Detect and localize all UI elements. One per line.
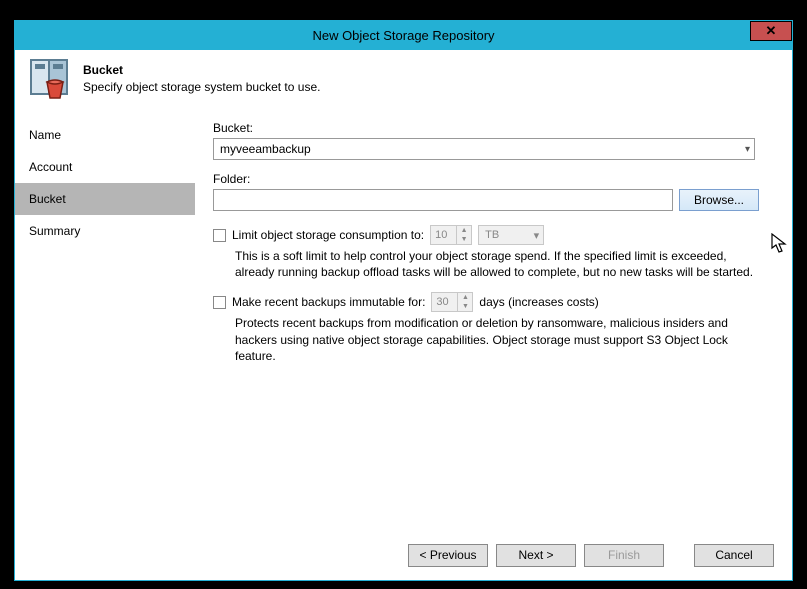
finish-button: Finish bbox=[584, 544, 664, 567]
sidebar-step-account[interactable]: Account bbox=[15, 151, 195, 183]
wizard-footer: < Previous Next > Finish Cancel bbox=[15, 530, 792, 580]
immutable-help-text: Protects recent backups from modificatio… bbox=[235, 315, 755, 364]
browse-button[interactable]: Browse... bbox=[679, 189, 759, 211]
folder-input[interactable] bbox=[213, 189, 673, 211]
titlebar[interactable]: New Object Storage Repository ✕ bbox=[15, 21, 792, 50]
chevron-down-icon: ▾ bbox=[534, 229, 540, 242]
limit-unit-dropdown[interactable]: TB ▾ bbox=[478, 225, 544, 245]
next-button[interactable]: Next > bbox=[496, 544, 576, 567]
close-button[interactable]: ✕ bbox=[750, 21, 792, 41]
limit-help-text: This is a soft limit to help control you… bbox=[235, 248, 755, 280]
header-title: Bucket bbox=[83, 62, 320, 79]
header-description: Specify object storage system bucket to … bbox=[83, 79, 320, 96]
previous-button[interactable]: < Previous bbox=[408, 544, 488, 567]
limit-value-spinner[interactable]: 10 ▲▼ bbox=[430, 225, 472, 245]
limit-checkbox[interactable] bbox=[213, 229, 226, 242]
immutable-label: Make recent backups immutable for: bbox=[232, 295, 425, 309]
window-title: New Object Storage Repository bbox=[15, 28, 792, 43]
immutable-suffix: days (increases costs) bbox=[479, 295, 598, 309]
bucket-label: Bucket: bbox=[213, 121, 774, 135]
wizard-header: Bucket Specify object storage system buc… bbox=[15, 50, 792, 113]
sidebar-step-bucket[interactable]: Bucket bbox=[15, 183, 195, 215]
wizard-content: Bucket: myveeambackup ▾ Folder: Browse..… bbox=[195, 113, 792, 530]
bucket-value: myveeambackup bbox=[220, 142, 311, 156]
cancel-button[interactable]: Cancel bbox=[694, 544, 774, 567]
wizard-steps-sidebar: Name Account Bucket Summary bbox=[15, 113, 195, 530]
immutable-days-spinner[interactable]: 30 ▲▼ bbox=[431, 292, 473, 312]
chevron-down-icon: ▾ bbox=[745, 144, 750, 155]
bucket-icon bbox=[29, 58, 73, 100]
immutable-checkbox[interactable] bbox=[213, 296, 226, 309]
bucket-dropdown[interactable]: myveeambackup ▾ bbox=[213, 138, 755, 160]
close-icon: ✕ bbox=[766, 23, 777, 39]
sidebar-step-name[interactable]: Name bbox=[15, 119, 195, 151]
dialog-window: New Object Storage Repository ✕ Bucket S… bbox=[14, 20, 793, 581]
folder-label: Folder: bbox=[213, 172, 774, 186]
sidebar-step-summary[interactable]: Summary bbox=[15, 215, 195, 247]
limit-label: Limit object storage consumption to: bbox=[232, 228, 424, 242]
